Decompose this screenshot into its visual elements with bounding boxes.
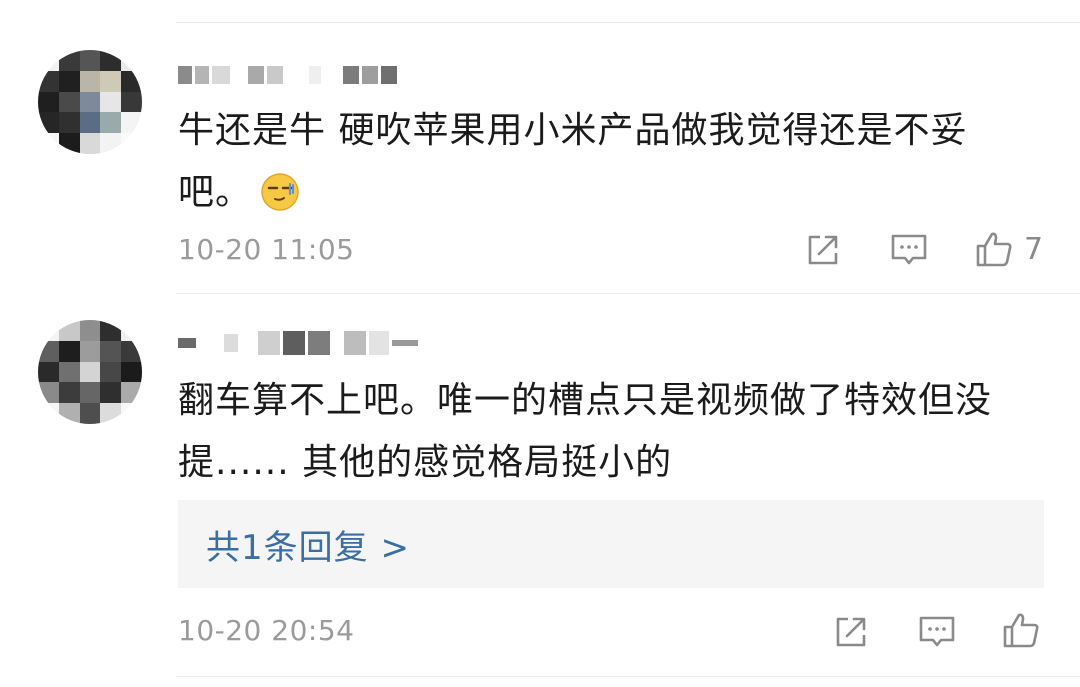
share-icon: [808, 235, 838, 265]
thumbs-up-icon: [976, 232, 1012, 267]
share-icon: [836, 617, 866, 647]
thumbs-up-icon: [1003, 613, 1039, 648]
like-count: 7: [1024, 232, 1044, 267]
comment-timestamp: 10-20 20:54: [178, 614, 355, 647]
like-button[interactable]: [974, 229, 1014, 269]
comment-text-line2-text: 吧。: [178, 172, 253, 213]
comment-timestamp: 10-20 11:05: [178, 233, 355, 266]
top-divider: [176, 22, 1080, 23]
view-replies-button[interactable]: 共1条回复 >: [178, 500, 1044, 588]
username-redacted[interactable]: [178, 328, 421, 358]
avatar[interactable]: [38, 320, 142, 424]
avatar[interactable]: [38, 50, 142, 154]
comment-text: 翻车算不上吧。唯一的槽点只是视频做了特效但没 提...... 其他的感觉格局挺小…: [178, 370, 1038, 494]
comment-button[interactable]: [889, 230, 929, 270]
like-button[interactable]: [1001, 610, 1041, 650]
share-button[interactable]: [831, 612, 871, 652]
comment-text: 牛还是牛 硬吹苹果用小米产品做我觉得还是不妥 吧。: [178, 100, 1038, 224]
comment-icon: [919, 616, 955, 647]
avatar-pixelated-image: [38, 50, 142, 154]
smirk-emoji-icon: [261, 173, 299, 211]
comment-icon: [891, 234, 927, 265]
comment-text-line1: 牛还是牛 硬吹苹果用小米产品做我觉得还是不妥: [178, 110, 968, 151]
share-button[interactable]: [803, 230, 843, 270]
comment-text-line1: 翻车算不上吧。唯一的槽点只是视频做了特效但没: [178, 380, 993, 421]
reply-count-link[interactable]: 共1条回复 >: [206, 520, 410, 569]
comment-divider: [176, 293, 1080, 294]
avatar-pixelated-image: [38, 320, 142, 424]
comment-text-line2: 提...... 其他的感觉格局挺小的: [178, 442, 673, 483]
comment-text-line2: 吧。: [178, 162, 1038, 224]
username-redacted[interactable]: [178, 60, 400, 90]
bottom-divider: [176, 676, 1080, 677]
comment-button[interactable]: [917, 612, 957, 652]
